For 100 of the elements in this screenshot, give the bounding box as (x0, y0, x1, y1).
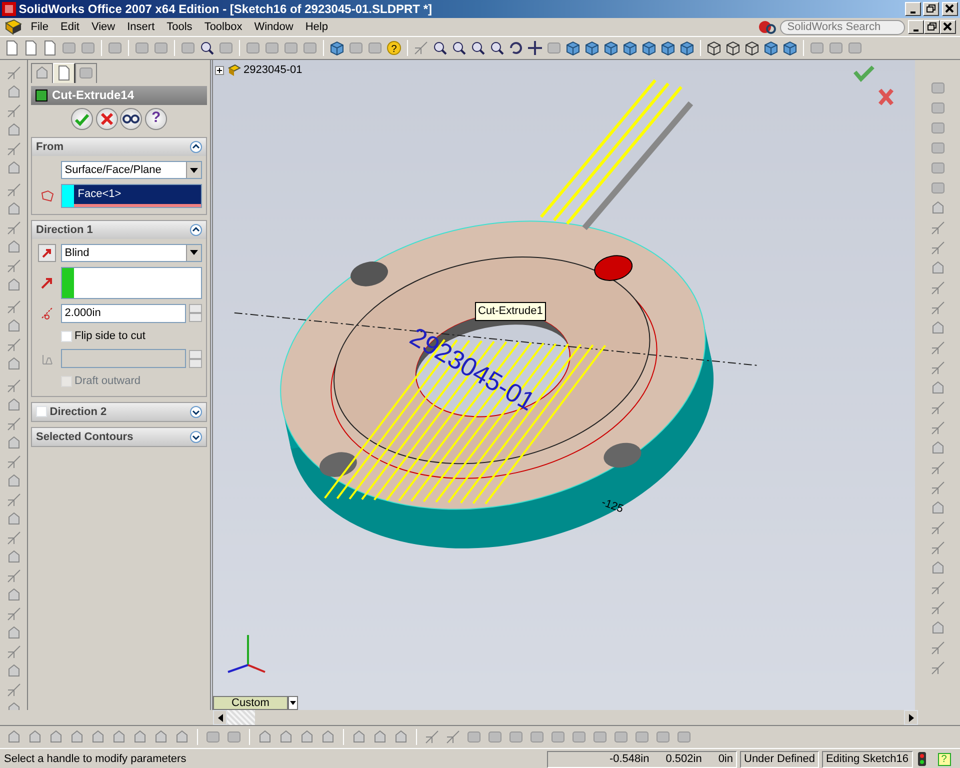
shaded-cube-icon[interactable] (641, 40, 657, 56)
spin-control[interactable] (189, 304, 202, 322)
sketch-tool-icon[interactable] (930, 240, 946, 256)
traffic-light-icon[interactable] (918, 752, 926, 766)
wireframe-cube-icon[interactable] (744, 40, 760, 56)
document-icon[interactable] (42, 40, 58, 56)
tool-icon[interactable] (487, 729, 503, 745)
shaded-cube-icon[interactable] (584, 40, 600, 56)
feature-icon[interactable] (153, 729, 169, 745)
tree-item[interactable]: 2923045-01 (244, 62, 302, 78)
menu-item[interactable]: Help (299, 19, 334, 35)
restore-button[interactable] (923, 2, 940, 16)
feature-icon[interactable] (6, 239, 22, 255)
part-model-drawing[interactable] (234, 78, 758, 548)
feature-icon[interactable] (6, 397, 22, 413)
tool-icon[interactable] (930, 80, 946, 96)
feature-icon[interactable] (930, 320, 946, 336)
sketch-tool-icon[interactable] (930, 480, 946, 496)
tool-icon[interactable] (930, 140, 946, 156)
feature-icon[interactable] (299, 729, 315, 745)
feature-icon[interactable] (111, 729, 127, 745)
tool-icon[interactable] (571, 729, 587, 745)
expand-icon[interactable] (190, 430, 202, 443)
zoom-icon[interactable] (451, 40, 467, 56)
tool-icon[interactable] (283, 40, 299, 56)
menu-item[interactable]: Insert (121, 19, 161, 35)
help-icon[interactable]: ? (386, 40, 402, 56)
collapse-icon[interactable] (190, 141, 202, 154)
sketch-tool-icon[interactable] (6, 65, 22, 81)
feature-icon[interactable] (6, 160, 22, 176)
dropdown[interactable]: Surface/Face/Plane (60, 161, 202, 180)
scroll-left-button[interactable] (213, 710, 227, 725)
tool-icon[interactable] (613, 729, 629, 745)
preview-button[interactable] (120, 108, 142, 130)
shaded-cube-icon[interactable] (622, 40, 638, 56)
reverse-direction-button[interactable] (38, 244, 56, 262)
sketch-tool-icon[interactable] (6, 454, 22, 470)
dropdown-arrow-icon[interactable] (190, 168, 198, 173)
sketch-tool-icon[interactable] (930, 540, 946, 556)
sketch-tool-icon[interactable] (445, 729, 461, 745)
list-item[interactable]: Face<1> (74, 185, 201, 207)
feature-icon[interactable] (930, 620, 946, 636)
sketch-tool-icon[interactable] (930, 580, 946, 596)
shaded-cube-icon[interactable] (763, 40, 779, 56)
feature-icon[interactable] (930, 440, 946, 456)
cancel-button[interactable] (96, 108, 118, 130)
sketch-tool-icon[interactable] (930, 660, 946, 676)
tool-icon[interactable] (80, 40, 96, 56)
menu-item[interactable]: Edit (54, 19, 86, 35)
tool-icon[interactable] (107, 40, 123, 56)
feature-icon[interactable] (48, 729, 64, 745)
shaded-cube-icon[interactable] (329, 40, 345, 56)
document-icon[interactable] (4, 40, 20, 56)
wireframe-cube-icon[interactable] (725, 40, 741, 56)
sketch-tool-icon[interactable] (6, 492, 22, 508)
feature-icon[interactable] (69, 729, 85, 745)
scroll-thumb[interactable] (227, 710, 255, 725)
sketch-tool-icon[interactable] (930, 300, 946, 316)
feature-icon[interactable] (6, 318, 22, 334)
sketch-tool-icon[interactable] (930, 360, 946, 376)
zoom-icon[interactable] (489, 40, 505, 56)
expand-icon[interactable] (190, 406, 202, 418)
tool-icon[interactable] (550, 729, 566, 745)
feature-icon[interactable] (930, 260, 946, 276)
feature-icon[interactable] (6, 663, 22, 679)
feature-icon[interactable] (6, 511, 22, 527)
tool-icon[interactable] (676, 729, 692, 745)
tool-icon[interactable] (508, 729, 524, 745)
checkbox[interactable] (60, 330, 72, 342)
restore-button[interactable] (924, 20, 940, 34)
feature-icon[interactable] (6, 625, 22, 641)
sketch-tool-icon[interactable] (6, 644, 22, 660)
menu-item[interactable]: Tools (160, 19, 198, 35)
zoom-icon[interactable] (470, 40, 486, 56)
minimize-button[interactable] (908, 20, 924, 34)
sketch-tool-icon[interactable] (6, 606, 22, 622)
menu-item[interactable]: File (24, 19, 54, 35)
tool-icon[interactable] (847, 40, 863, 56)
sketch-tool-icon[interactable] (6, 337, 22, 353)
dropdown[interactable]: Blind (60, 244, 202, 262)
dropdown-arrow-icon[interactable] (190, 250, 198, 256)
tool-icon[interactable] (930, 100, 946, 116)
document-icon[interactable] (23, 40, 39, 56)
tool-icon[interactable] (264, 40, 280, 56)
display-state-tab[interactable]: Custom (213, 696, 288, 710)
tool-icon[interactable] (134, 40, 150, 56)
tool-icon[interactable] (930, 120, 946, 136)
sketch-tool-icon[interactable] (930, 640, 946, 656)
feature-icon[interactable] (132, 729, 148, 745)
confirm-check-icon[interactable] (853, 66, 874, 82)
sketch-tool-icon[interactable] (6, 103, 22, 119)
sketch-tool-icon[interactable] (930, 280, 946, 296)
feature-icon[interactable] (6, 473, 22, 489)
feature-icon[interactable] (6, 587, 22, 603)
shaded-cube-icon[interactable] (782, 40, 798, 56)
zoom-icon[interactable] (432, 40, 448, 56)
sketch-tool-icon[interactable] (6, 258, 22, 274)
feature-icon[interactable] (930, 500, 946, 516)
rotate-icon[interactable] (508, 40, 524, 56)
tool-icon[interactable] (592, 729, 608, 745)
